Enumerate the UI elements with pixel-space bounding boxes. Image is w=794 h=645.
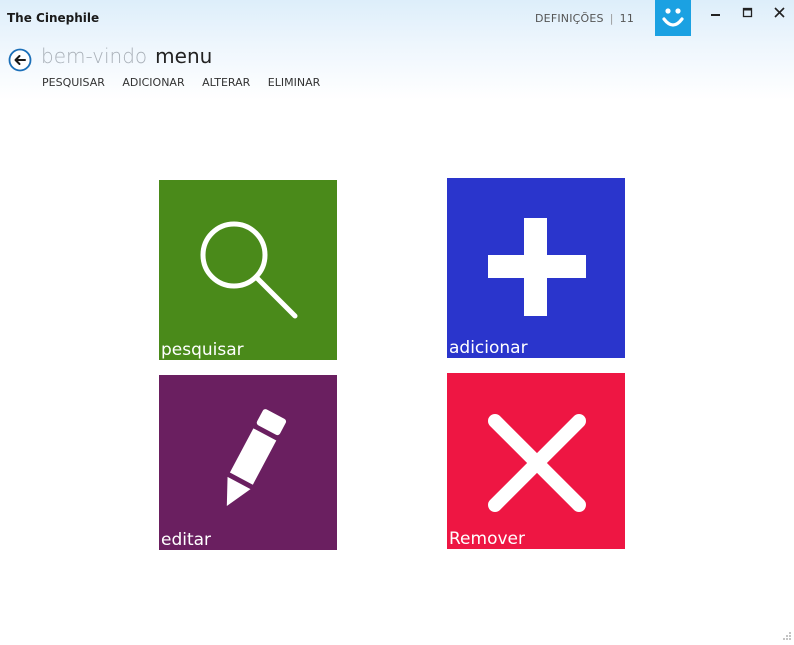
tile-search[interactable]: pesquisar [159, 180, 337, 360]
tile-edit-label: editar [161, 530, 212, 550]
menu-item-eliminar[interactable]: ELIMINAR [268, 76, 320, 89]
settings-value: 11 [619, 12, 635, 25]
tile-add[interactable]: adicionar [447, 178, 625, 358]
menu-bar: PESQUISAR ADICIONAR ALTERAR ELIMINAR [42, 76, 334, 89]
plus-icon [488, 218, 586, 316]
menu-item-pesquisar[interactable]: PESQUISAR [42, 76, 105, 89]
close-window-icon [774, 7, 785, 18]
tile-remove[interactable]: Remover [447, 373, 625, 549]
settings-label[interactable]: DEFINIÇÕES [535, 12, 604, 25]
menu-item-adicionar[interactable]: ADICIONAR [122, 76, 184, 89]
tile-edit[interactable]: editar [159, 375, 337, 550]
tile-remove-label: Remover [449, 529, 525, 549]
pencil-icon [226, 409, 287, 506]
app-title: The Cinephile [7, 11, 100, 25]
search-icon [200, 221, 298, 319]
back-arrow-icon [8, 48, 32, 72]
breadcrumb-previous[interactable]: bem-vindo [41, 44, 147, 68]
settings-area[interactable]: DEFINIÇÕES | 11 [535, 12, 634, 25]
maximize-button[interactable] [738, 4, 758, 22]
close-icon [488, 414, 586, 512]
minimize-button[interactable] [706, 4, 726, 22]
back-button[interactable] [8, 48, 32, 72]
menu-item-alterar[interactable]: ALTERAR [202, 76, 250, 89]
smiley-icon [662, 8, 684, 27]
smiley-feedback-button[interactable] [655, 0, 691, 36]
resize-grip-icon[interactable] [782, 626, 792, 640]
breadcrumb: bem-vindo menu [41, 44, 212, 68]
settings-separator: | [609, 12, 614, 25]
minimize-icon [711, 14, 720, 16]
tile-add-label: adicionar [449, 338, 528, 358]
tile-search-label: pesquisar [161, 340, 244, 360]
page-title: menu [155, 44, 213, 68]
maximize-icon [742, 7, 753, 18]
close-window-button[interactable] [770, 4, 790, 22]
